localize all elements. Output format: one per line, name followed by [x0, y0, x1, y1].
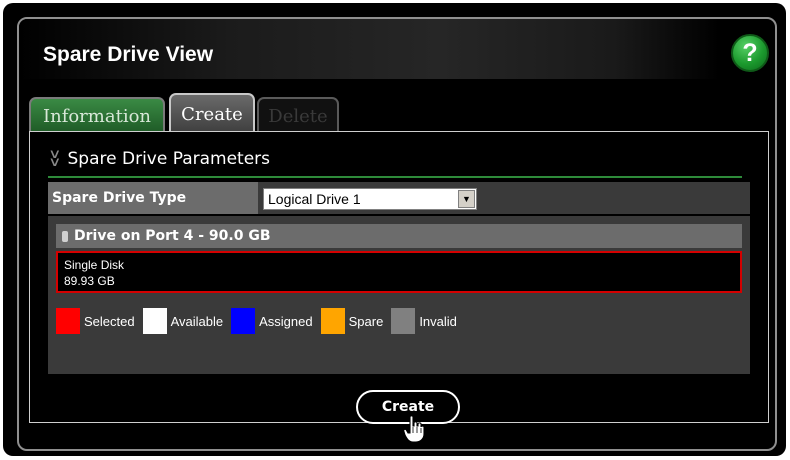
legend-swatch-available	[142, 308, 167, 334]
drive-size-text: 89.93 GB	[64, 274, 115, 288]
tab-information[interactable]: Information	[29, 97, 165, 133]
spare-drive-type-label: Spare Drive Type	[48, 182, 258, 214]
collapse-chevron-icon[interactable]: ∨ ∨	[48, 148, 61, 169]
tab-create[interactable]: Create	[169, 93, 255, 133]
legend-swatch-assigned	[231, 308, 256, 334]
drive-icon	[62, 230, 68, 242]
legend-label-invalid: Invalid	[419, 313, 457, 329]
drive-block-single-disk[interactable]: Single Disk 89.93 GB	[56, 251, 742, 293]
legend: Selected Available Assigned Spare Invali…	[56, 308, 465, 334]
legend-swatch-selected	[56, 308, 80, 334]
legend-item-spare: Spare	[320, 308, 384, 334]
legend-item-invalid: Invalid	[391, 308, 457, 334]
page-title: Spare Drive View	[43, 43, 214, 66]
dropdown-arrow-icon[interactable]: ▼	[458, 190, 475, 208]
tab-delete: Delete	[257, 97, 339, 133]
legend-swatch-invalid	[391, 308, 416, 334]
legend-item-available: Available	[142, 308, 224, 334]
drive-header: Drive on Port 4 - 90.0 GB	[56, 224, 742, 248]
drive-type-text: Single Disk	[64, 258, 125, 272]
spare-drive-type-row: Spare Drive Type Logical Drive 1 ▼	[48, 182, 750, 214]
legend-label-spare: Spare	[348, 313, 384, 329]
spare-drive-type-select[interactable]: Logical Drive 1 ▼	[263, 188, 477, 210]
section-header[interactable]: ∨ ∨ Spare Drive Parameters	[48, 142, 742, 178]
drive-area: Drive on Port 4 - 90.0 GB Single Disk 89…	[48, 216, 750, 374]
spare-drive-window: Spare Drive View ? Information Create De…	[3, 3, 786, 456]
legend-label-selected: Selected	[84, 313, 135, 329]
legend-swatch-spare	[320, 308, 345, 334]
spare-drive-panel: Spare Drive View ? Information Create De…	[17, 17, 777, 451]
hand-cursor-icon	[403, 415, 425, 443]
drive-title: Drive on Port 4 - 90.0 GB	[74, 228, 271, 244]
help-button[interactable]: ?	[731, 34, 769, 72]
section-title: Spare Drive Parameters	[67, 149, 271, 169]
legend-label-available: Available	[170, 313, 224, 329]
help-icon: ?	[742, 38, 758, 67]
legend-item-selected: Selected	[56, 308, 135, 334]
legend-item-assigned: Assigned	[231, 308, 313, 334]
create-tab-content: ∨ ∨ Spare Drive Parameters Spare Drive Ty…	[29, 131, 769, 443]
spare-drive-type-value: Logical Drive 1	[268, 191, 361, 207]
legend-label-assigned: Assigned	[259, 313, 313, 329]
